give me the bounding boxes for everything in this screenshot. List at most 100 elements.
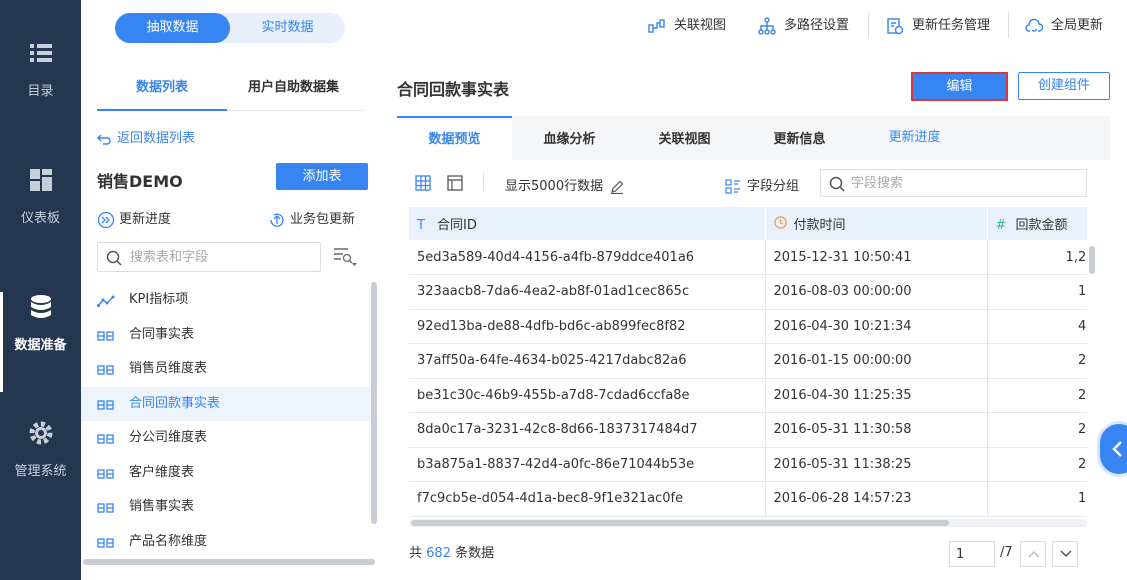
edit-button[interactable]: 编辑 bbox=[911, 72, 1008, 101]
tree-item-table[interactable]: 合同事实表 bbox=[81, 318, 371, 353]
table-search-box bbox=[97, 242, 321, 272]
package-update-link[interactable]: 业务包更新 bbox=[268, 208, 355, 229]
table-header-row: T 合同ID 付款时间 # 回款金额 bbox=[409, 207, 1087, 240]
tree-item-table[interactable]: 客户维度表 bbox=[81, 456, 371, 491]
relation-view-button[interactable]: 关联视图 bbox=[648, 16, 726, 36]
table-row: 92ed13ba-de88-4dfb-bd6c-ab899fec8f82 2016… bbox=[409, 309, 1087, 344]
nav-item-admin[interactable]: 管理系统 bbox=[0, 420, 81, 530]
preview-toolbar: 显示5000行数据 字段分组 bbox=[397, 160, 1110, 204]
right-panel: 合同回款事实表 编辑 创建组件 数据预览 血缘分析 关联视图 更新信息 更新进度… bbox=[381, 50, 1127, 580]
progress-icon bbox=[97, 211, 115, 228]
tree-vertical-scrollbar[interactable] bbox=[371, 282, 377, 524]
collapse-panel-button[interactable] bbox=[1097, 421, 1127, 477]
table-icon bbox=[97, 503, 114, 513]
table-row: 5ed3a589-40d4-4156-a4fb-879ddce401a6 2015… bbox=[409, 240, 1087, 275]
list-icon bbox=[29, 44, 52, 62]
nav-label: 管理系统 bbox=[14, 464, 67, 479]
top-bar: 抽取数据 实时数据 关联视图 多路径设置 更新任务管理 全局更新 bbox=[81, 0, 1127, 50]
tab-self-service-dataset[interactable]: 用户自助数据集 bbox=[248, 76, 339, 95]
tab-update-progress[interactable]: 更新进度 bbox=[857, 116, 972, 160]
tree-item-table[interactable]: 产品名称维度 bbox=[81, 525, 371, 560]
text-type-icon: T bbox=[417, 218, 425, 233]
tab-data-list[interactable]: 数据列表 bbox=[136, 76, 188, 95]
realtime-data-tab[interactable]: 实时数据 bbox=[230, 13, 345, 43]
clock-icon bbox=[773, 216, 794, 233]
global-update-button[interactable]: 全局更新 bbox=[1025, 16, 1103, 36]
extract-data-tab[interactable]: 抽取数据 bbox=[115, 13, 230, 43]
update-progress-link[interactable]: 更新进度 bbox=[97, 208, 171, 229]
field-group-button[interactable]: 字段分组 bbox=[725, 175, 799, 195]
table-row: 8da0c17a-3231-42c8-8d66-1837317484d7 2016… bbox=[409, 412, 1087, 448]
package-title: 销售DEMO bbox=[97, 172, 183, 191]
nav-item-dashboard[interactable]: 仪表板 bbox=[0, 167, 81, 277]
prev-page-button[interactable] bbox=[1020, 541, 1046, 567]
tab-lineage[interactable]: 血缘分析 bbox=[512, 116, 627, 160]
table-horizontal-scrollbar[interactable] bbox=[411, 520, 949, 526]
nav-item-data-prep[interactable]: 数据准备 bbox=[0, 292, 81, 392]
side-nav: 目录 仪表板 数据准备 管理系统 bbox=[0, 0, 81, 580]
detail-tabs: 数据预览 血缘分析 关联视图 更新信息 更新进度 bbox=[397, 116, 1110, 160]
column-header[interactable]: # 回款金额 bbox=[987, 207, 1087, 240]
table-icon bbox=[97, 330, 114, 341]
tab-indicator bbox=[97, 109, 227, 111]
cloud-refresh-icon bbox=[1025, 18, 1044, 32]
data-preview-table: T 合同ID 付款时间 # 回款金额 5ed3a589-40d4-4156-a4fb… bbox=[409, 207, 1087, 519]
back-arrow-icon bbox=[97, 134, 111, 145]
row-count: 共 682 条数据 bbox=[409, 546, 495, 561]
table-row: be31c30c-46b9-455b-a7d8-7cdad6ccfa8e 2016… bbox=[409, 378, 1087, 413]
show-rows-toggle[interactable]: 显示5000行数据 bbox=[505, 175, 624, 194]
tree-item-table[interactable]: 销售员维度表 bbox=[81, 352, 371, 387]
table-icon bbox=[97, 365, 114, 375]
divider bbox=[1008, 12, 1009, 38]
chevron-left-icon bbox=[1112, 441, 1122, 457]
chevron-down-icon bbox=[1060, 550, 1072, 558]
gear-icon bbox=[29, 421, 52, 445]
left-panel: 数据列表 用户自助数据集 返回数据列表 销售DEMO 添加表 更新进度 业务包更… bbox=[81, 50, 381, 580]
upload-refresh-icon bbox=[270, 213, 284, 227]
tab-relation-view[interactable]: 关联视图 bbox=[627, 116, 742, 160]
edit-pencil-icon bbox=[611, 180, 624, 194]
add-table-button[interactable]: 添加表 bbox=[276, 163, 368, 190]
database-icon bbox=[30, 295, 51, 318]
divider bbox=[868, 12, 869, 38]
back-to-list-link[interactable]: 返回数据列表 bbox=[97, 127, 195, 146]
table-icon bbox=[97, 537, 114, 548]
column-header[interactable]: T 合同ID bbox=[409, 207, 766, 240]
filter-settings-icon[interactable] bbox=[333, 247, 357, 267]
table-row: 323aacb8-7da6-4ea2-ab8f-01ad1cec865c 2016… bbox=[409, 274, 1087, 310]
table-icon bbox=[97, 399, 114, 410]
layout-view-icon[interactable] bbox=[447, 175, 463, 191]
nav-label: 数据准备 bbox=[14, 338, 67, 353]
column-header[interactable]: 付款时间 bbox=[765, 207, 988, 240]
update-tasks-button[interactable]: 更新任务管理 bbox=[886, 16, 990, 36]
grid-view-icon[interactable] bbox=[415, 175, 431, 191]
next-page-button[interactable] bbox=[1052, 541, 1078, 567]
table-vertical-scrollbar[interactable] bbox=[1089, 246, 1095, 274]
task-icon bbox=[887, 17, 904, 34]
tree-item-kpi[interactable]: KPI指标项 bbox=[81, 283, 371, 318]
page-number-input[interactable] bbox=[949, 541, 995, 567]
field-search-input[interactable] bbox=[851, 175, 1071, 192]
table-tree: KPI指标项 合同事实表 销售员维度表 合同回款事实表 分公司维度表 客户维度表… bbox=[81, 283, 371, 559]
tree-item-table[interactable]: 销售事实表 bbox=[81, 490, 371, 525]
tree-item-table-selected[interactable]: 合同回款事实表 bbox=[81, 386, 371, 421]
table-search-input[interactable] bbox=[130, 248, 315, 266]
divider bbox=[483, 173, 484, 191]
chevron-up-icon bbox=[1028, 550, 1040, 558]
nav-label: 仪表板 bbox=[20, 211, 60, 226]
page-total: /7 bbox=[1000, 545, 1013, 560]
search-icon bbox=[829, 176, 845, 192]
tab-update-info[interactable]: 更新信息 bbox=[742, 116, 857, 160]
tree-item-table[interactable]: 分公司维度表 bbox=[81, 421, 371, 456]
number-type-icon: # bbox=[995, 218, 1007, 233]
tree-horizontal-scrollbar[interactable] bbox=[83, 559, 375, 565]
table-row: 37aff50a-64fe-4634-b025-4217dabc82a6 2016… bbox=[409, 343, 1087, 379]
multi-path-button[interactable]: 多路径设置 bbox=[758, 16, 849, 36]
nav-label: 目录 bbox=[27, 84, 54, 99]
create-component-button[interactable]: 创建组件 bbox=[1018, 72, 1110, 100]
multi-path-icon bbox=[758, 16, 776, 35]
dashboard-icon bbox=[29, 169, 52, 191]
table-icon bbox=[97, 468, 114, 479]
nav-item-catalog[interactable]: 目录 bbox=[0, 40, 81, 150]
tab-data-preview[interactable]: 数据预览 bbox=[397, 116, 512, 160]
